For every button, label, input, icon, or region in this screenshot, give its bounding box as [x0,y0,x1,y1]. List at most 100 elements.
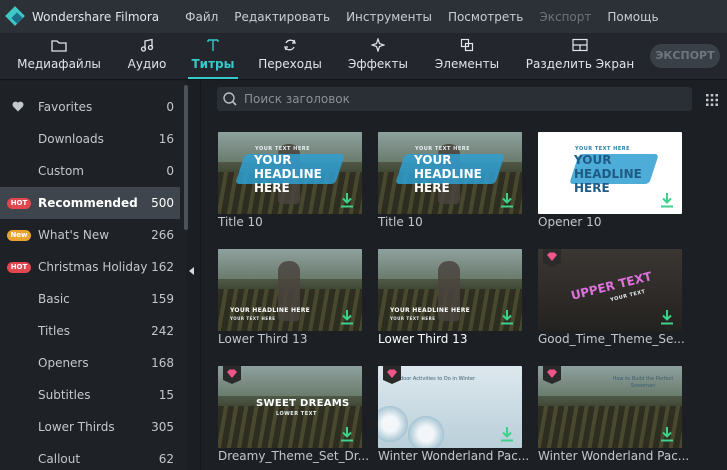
thumbnail: Outdoor Activities to Do in Winter [378,366,522,448]
search-input[interactable] [244,92,664,106]
sidebar-item-downloads[interactable]: Downloads 16 [0,123,180,155]
tab-transitions[interactable]: Переходы [256,33,324,79]
sidebar-item-name: Titles [38,324,70,338]
sidebar-item-count: 162 [151,260,174,274]
thumb-headline: YOUR HEADLINE HERE [414,153,482,195]
tab-split-screen[interactable]: Разделить Экран [526,33,634,79]
tab-label: Разделить Экран [525,57,635,71]
title-card[interactable]: YOUR TEXT HERE YOUR HEADLINE HERE Title … [378,132,522,242]
card-caption: Title 10 [378,215,423,229]
hot-badge: HOT [7,262,31,273]
tab-elements[interactable]: Элементы [434,33,500,79]
download-icon[interactable] [660,192,674,208]
sidebar-item-lower-thirds[interactable]: Lower Thirds 305 [0,411,180,443]
thumbnail: YOUR TEXT HERE YOUR HEADLINE HERE [538,132,682,214]
export-button[interactable]: ЭКСПОРТ [650,44,720,68]
download-icon[interactable] [500,426,514,442]
tab-titles[interactable]: Титры [188,33,238,79]
sidebar-item-count: 266 [151,228,174,242]
thumb-sweet-text: SWEET DREAMS [256,398,350,409]
menu-edit[interactable]: Редактировать [234,10,330,24]
card-caption: Lower Third 13 [378,332,468,346]
title-card[interactable]: How to Build the Perfect Snowman Winter … [538,366,688,470]
sidebar-item-custom[interactable]: Custom 0 [0,155,180,187]
title-card[interactable]: UPPER TEXT YOUR TEXT Good_Time_Theme_Se.… [538,249,685,359]
menu-export: Экспорт [539,9,592,24]
sidebar-item-name: What's New [38,228,110,242]
title-card[interactable]: YOUR HEADLINE HERE YOUR TEXT HERE Lower … [378,249,522,359]
premium-diamond-icon [383,366,401,384]
thumbnail: YOUR HEADLINE HERE YOUR TEXT HERE [378,249,522,331]
sidebar-item-name: Openers [38,356,89,370]
app-title: Wondershare Filmora [32,9,160,24]
thumbnail: UPPER TEXT YOUR TEXT [538,249,682,331]
tab-audio[interactable]: Аудио [124,33,170,79]
sidebar-item-whats-new[interactable]: New What's New 266 [0,219,180,251]
heart-icon [12,101,24,112]
card-caption: Opener 10 [538,215,602,229]
download-icon[interactable] [660,426,674,442]
folder-icon [51,37,67,53]
sidebar-item-count: 159 [151,292,174,306]
download-icon[interactable] [340,426,354,442]
sidebar-item-openers[interactable]: Openers 168 [0,347,180,379]
premium-diamond-icon [223,366,241,384]
tab-label: Эффекты [348,57,408,71]
premium-diamond-icon [543,249,561,267]
menu-file[interactable]: Файл [185,10,218,24]
sidebar-item-name: Lower Thirds [38,420,115,434]
sidebar-item-count: 305 [151,420,174,434]
title-card[interactable]: Outdoor Activities to Do in Winter Winte… [378,366,528,470]
tab-effects[interactable]: Эффекты [346,33,410,79]
thumb-lower-headline: YOUR HEADLINE HERE [230,307,311,314]
download-icon[interactable] [500,192,514,208]
title-card[interactable]: SWEET DREAMS LOWER TEXT Dreamy_Theme_Set… [218,366,368,470]
download-icon[interactable] [660,309,674,325]
card-caption: Winter Wonderland Pac... [378,449,528,463]
sidebar-item-titles[interactable]: Titles 242 [0,315,180,347]
elements-icon [459,37,475,53]
menu-help[interactable]: Помощь [607,10,658,24]
title-card[interactable]: YOUR TEXT HERE YOUR HEADLINE HERE Title … [218,132,362,242]
new-badge: New [7,230,31,241]
search-bar [217,87,692,111]
sidebar-item-count: 168 [151,356,174,370]
music-note-icon [139,37,155,53]
sidebar-item-count: 16 [158,132,174,146]
filmora-logo-icon [5,5,26,27]
download-icon[interactable] [340,192,354,208]
sidebar-item-recommended[interactable]: HOT Recommended 500 [0,187,180,219]
menu-view[interactable]: Посмотреть [448,10,523,24]
download-icon[interactable] [500,309,514,325]
titles-library: YOUR TEXT HERE YOUR HEADLINE HERE Title … [201,81,727,470]
thumb-small-text: YOUR TEXT HERE [575,146,631,152]
tab-media[interactable]: Медиафайлы [17,33,101,79]
sidebar-item-count: 242 [151,324,174,338]
tab-label: Медиафайлы [17,57,101,71]
tab-label: Элементы [434,57,500,71]
thumb-lower-sub: YOUR TEXT HERE [230,316,276,321]
menu-tools[interactable]: Инструменты [346,10,432,24]
sidebar-item-favorites[interactable]: Favorites 0 [0,91,180,123]
text-icon [205,37,221,53]
title-card[interactable]: YOUR TEXT HERE YOUR HEADLINE HERE Opener… [538,132,682,242]
collapse-sidebar-arrow-icon[interactable] [189,267,194,275]
thumb-headline: YOUR HEADLINE HERE [254,153,322,195]
sidebar-item-basic[interactable]: Basic 159 [0,283,180,315]
thumbnail: SWEET DREAMS LOWER TEXT [218,366,362,448]
sidebar-item-christmas-holiday[interactable]: HOT Christmas Holiday 162 [0,251,180,283]
download-icon[interactable] [340,309,354,325]
sidebar-item-name: Downloads [38,132,104,146]
thumbnail: YOUR HEADLINE HERE YOUR TEXT HERE [218,249,362,331]
card-caption: Good_Time_Theme_Se... [538,332,685,346]
sidebar-scrollbar[interactable] [184,85,188,230]
sidebar-item-count: 15 [158,388,174,402]
sidebar-item-callout[interactable]: Callout 62 [0,443,180,470]
grid-view-icon[interactable] [705,93,719,107]
sidebar-item-subtitles[interactable]: Subtitles 15 [0,379,180,411]
sidebar-item-count: 62 [158,452,174,466]
title-card[interactable]: YOUR HEADLINE HERE YOUR TEXT HERE Lower … [218,249,362,359]
card-caption: Winter Wonderland Pac... [538,449,688,463]
thumbnail: YOUR TEXT HERE YOUR HEADLINE HERE [378,132,522,214]
thumb-sweet-sub: LOWER TEXT [276,411,317,417]
